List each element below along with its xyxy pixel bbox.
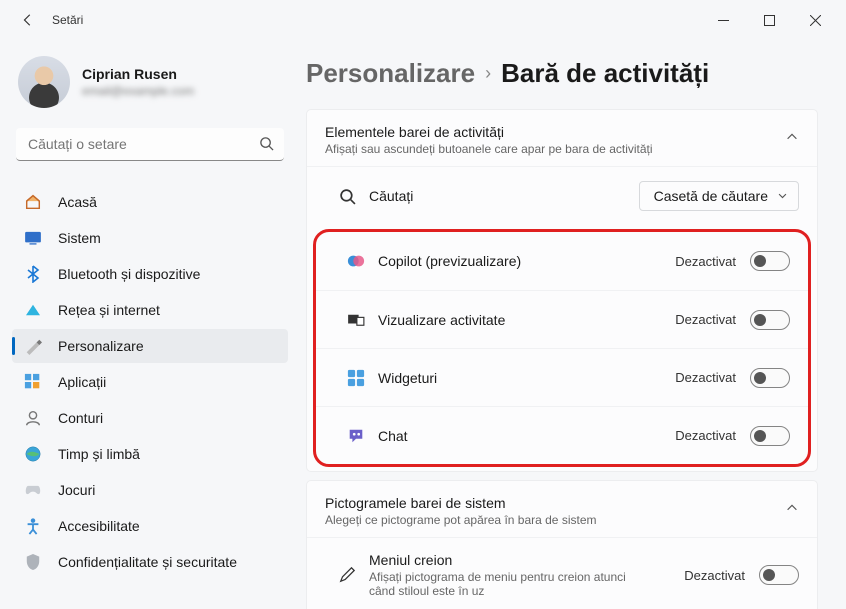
section-header[interactable]: Elementele barei de activități Afișați s…	[307, 110, 817, 166]
search-icon	[325, 188, 369, 205]
sidebar-item-label: Aplicații	[58, 374, 106, 390]
sidebar-item-label: Sistem	[58, 230, 101, 246]
sidebar-item-label: Accesibilitate	[58, 518, 140, 534]
sidebar-item-home[interactable]: Acasă	[12, 185, 288, 219]
chevron-down-icon	[777, 188, 788, 204]
sidebar-item-accounts[interactable]: Conturi	[12, 401, 288, 435]
profile-name: Ciprian Rusen	[82, 66, 194, 82]
avatar	[18, 56, 70, 108]
system-icon	[24, 229, 42, 247]
minimize-icon	[718, 15, 729, 26]
sidebar-item-label: Rețea și internet	[58, 302, 160, 318]
accounts-icon	[24, 409, 42, 427]
sidebar-item-label: Timp și limbă	[58, 446, 140, 462]
pen-toggle[interactable]	[759, 565, 799, 585]
search-icon	[259, 136, 274, 154]
accessibility-icon	[24, 517, 42, 535]
row-pen-menu: Meniul creion Afișați pictograma de meni…	[307, 537, 817, 609]
row-label: Copilot (previzualizare)	[378, 253, 675, 269]
sidebar-item-label: Jocuri	[58, 482, 95, 498]
apps-icon	[24, 373, 42, 391]
section-subtitle: Afișați sau ascundeți butoanele care apa…	[325, 142, 785, 156]
toggle-state: Dezactivat	[675, 254, 736, 269]
copilot-icon	[334, 252, 378, 270]
sidebar-item-label: Confidențialitate și securitate	[58, 554, 237, 570]
toggle-state: Dezactivat	[675, 370, 736, 385]
chevron-right-icon: ›	[485, 63, 491, 84]
widgets-icon	[334, 369, 378, 387]
window-close[interactable]	[792, 0, 838, 40]
arrow-left-icon	[21, 13, 35, 27]
section-title: Elementele barei de activități	[325, 124, 785, 140]
gaming-icon	[24, 481, 42, 499]
row-label: Chat	[378, 428, 675, 444]
sidebar-item-time[interactable]: Timp și limbă	[12, 437, 288, 471]
row-sublabel: Afișați pictograma de meniu pentru creio…	[369, 570, 629, 598]
maximize-icon	[764, 15, 775, 26]
close-icon	[810, 15, 821, 26]
section-title: Pictogramele barei de sistem	[325, 495, 785, 511]
search-mode-dropdown[interactable]: Casetă de căutare	[639, 181, 799, 211]
sidebar-item-accessibility[interactable]: Accesibilitate	[12, 509, 288, 543]
bluetooth-icon	[24, 265, 42, 283]
taskview-icon	[334, 313, 378, 327]
time-icon	[24, 445, 42, 463]
section-subtitle: Alegeți ce pictograme pot apărea în bara…	[325, 513, 785, 527]
sidebar-item-bluetooth[interactable]: Bluetooth și dispozitive	[12, 257, 288, 291]
pen-icon	[325, 566, 369, 584]
copilot-toggle[interactable]	[750, 251, 790, 271]
toggle-state: Dezactivat	[684, 568, 745, 583]
section-systray-icons: Pictogramele barei de sistem Alegeți ce …	[306, 480, 818, 609]
section-taskbar-items: Elementele barei de activități Afișați s…	[306, 109, 818, 472]
row-label: Meniul creion	[369, 552, 684, 568]
highlighted-rows: Copilot (previzualizare) Dezactivat Vizu…	[313, 229, 811, 467]
window-minimize[interactable]	[700, 0, 746, 40]
window-title: Setări	[52, 13, 83, 27]
row-label: Căutați	[369, 188, 639, 204]
sidebar-item-gaming[interactable]: Jocuri	[12, 473, 288, 507]
row-widgets: Widgeturi Dezactivat	[316, 348, 808, 406]
row-label: Widgeturi	[378, 370, 675, 386]
widgets-toggle[interactable]	[750, 368, 790, 388]
settings-search[interactable]	[16, 128, 284, 161]
sidebar-item-label: Bluetooth și dispozitive	[58, 266, 200, 282]
personalization-icon	[24, 337, 42, 355]
search-input[interactable]	[16, 128, 284, 161]
back-button[interactable]	[18, 10, 38, 30]
sidebar-item-label: Conturi	[58, 410, 103, 426]
row-chat: Chat Dezactivat	[316, 406, 808, 464]
sidebar-item-system[interactable]: Sistem	[12, 221, 288, 255]
toggle-state: Dezactivat	[675, 312, 736, 327]
section-header[interactable]: Pictogramele barei de sistem Alegeți ce …	[307, 481, 817, 537]
sidebar-item-personalization[interactable]: Personalizare	[12, 329, 288, 363]
network-icon	[24, 301, 42, 319]
profile-email: email@example.com	[82, 84, 194, 98]
profile-block[interactable]: Ciprian Rusen email@example.com	[12, 50, 288, 122]
chevron-up-icon	[785, 495, 799, 518]
chat-icon	[334, 427, 378, 445]
sidebar-item-network[interactable]: Rețea și internet	[12, 293, 288, 327]
breadcrumb: Personalizare › Bară de activități	[306, 58, 818, 89]
window-maximize[interactable]	[746, 0, 792, 40]
row-search: Căutați Casetă de căutare	[307, 166, 817, 225]
breadcrumb-parent[interactable]: Personalizare	[306, 58, 475, 89]
row-taskview: Vizualizare activitate Dezactivat	[316, 290, 808, 348]
page-title: Bară de activități	[501, 58, 709, 89]
sidebar-item-privacy[interactable]: Confidențialitate și securitate	[12, 545, 288, 579]
sidebar-item-label: Acasă	[58, 194, 97, 210]
sidebar-item-label: Personalizare	[58, 338, 144, 354]
taskview-toggle[interactable]	[750, 310, 790, 330]
sidebar-item-apps[interactable]: Aplicații	[12, 365, 288, 399]
chevron-up-icon	[785, 124, 799, 147]
privacy-icon	[24, 553, 42, 571]
home-icon	[24, 193, 42, 211]
chat-toggle[interactable]	[750, 426, 790, 446]
toggle-state: Dezactivat	[675, 428, 736, 443]
row-copilot: Copilot (previzualizare) Dezactivat	[316, 232, 808, 290]
row-label: Vizualizare activitate	[378, 312, 675, 328]
